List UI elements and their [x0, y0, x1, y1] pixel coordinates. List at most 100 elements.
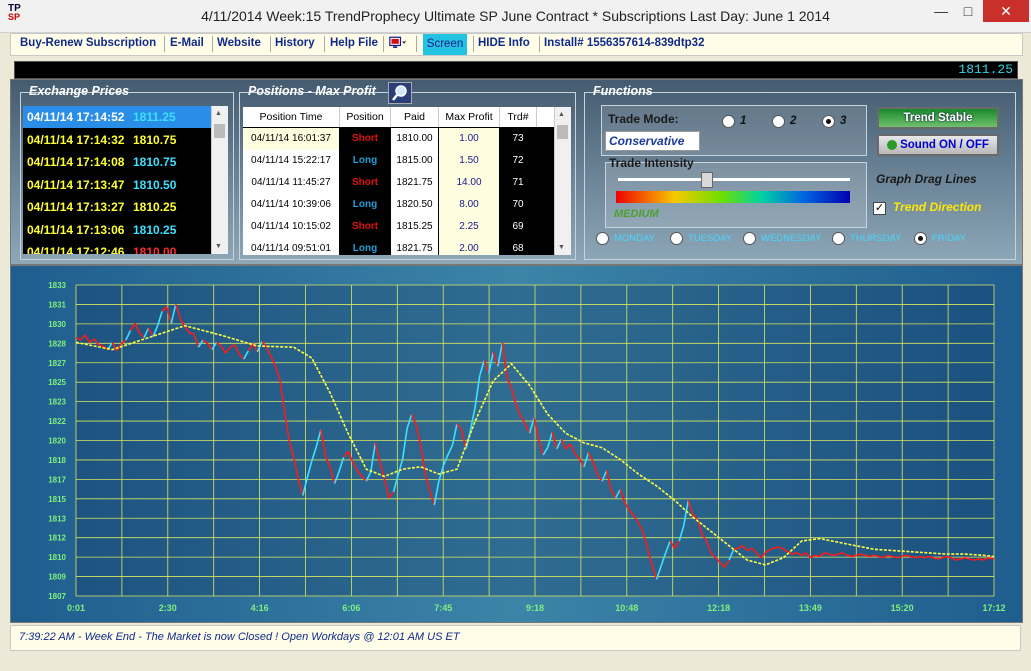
day-radio-tuesday[interactable]	[670, 232, 683, 245]
x-tick-label: 0:01	[67, 603, 85, 613]
cell-paid: 1815.25	[391, 216, 438, 238]
position-row[interactable]: 04/11/14 16:01:37 Short 1810.00 1.00 73	[243, 128, 554, 150]
menu-buy-renew[interactable]: Buy-Renew Subscription	[20, 37, 156, 49]
menu-screen[interactable]: Screen	[423, 34, 467, 55]
y-tick-label: 1823	[48, 398, 66, 407]
trend-direction-checkbox[interactable]: ✓	[873, 202, 886, 215]
intensity-slider-thumb[interactable]	[701, 172, 714, 188]
y-tick-label: 1833	[48, 281, 66, 290]
day-radio-monday[interactable]	[596, 232, 609, 245]
exchange-time: 04/11/14 17:13:27	[27, 200, 125, 214]
y-tick-label: 1813	[48, 514, 66, 523]
cell-time: 04/11/14 10:39:06	[243, 194, 339, 216]
cell-trd: 72	[500, 150, 536, 172]
y-tick-label: 1831	[48, 300, 66, 309]
x-tick-label: 7:45	[434, 603, 452, 613]
menu-history[interactable]: History	[275, 37, 315, 49]
scroll-up-icon[interactable]: ▲	[558, 111, 565, 118]
y-tick-label: 1817	[48, 475, 66, 484]
maximize-icon[interactable]: □	[953, 0, 983, 22]
scroll-up-icon[interactable]: ▲	[215, 110, 222, 117]
sound-button-label: Sound ON / OFF	[900, 139, 989, 151]
y-tick-label: 1820	[48, 437, 66, 446]
price-chart[interactable]: 1833 1831 1830 1828 1827 1825 1823 1822 1820 1818…	[11, 266, 1022, 622]
positions-table[interactable]: Position Time Position Paid Max Profit T…	[243, 107, 554, 255]
current-price: 1811.25	[958, 62, 1013, 77]
col-position[interactable]: Position	[340, 107, 391, 127]
cell-position: Long	[340, 150, 390, 172]
y-tick-label: 1809	[48, 573, 66, 582]
position-row[interactable]: 04/11/14 11:45:27 Short 1821.75 14.00 71	[243, 172, 554, 194]
x-tick-label: 13:49	[799, 603, 822, 613]
day-radio-thursday[interactable]	[832, 232, 845, 245]
monitor-icon[interactable]	[389, 36, 407, 50]
day-radio-wednesday[interactable]	[743, 232, 756, 245]
positions-scrollbar[interactable]: ▲ ▼	[554, 107, 571, 255]
cell-paid: 1821.75	[391, 238, 438, 255]
menu-website[interactable]: Website	[217, 37, 261, 49]
exchange-price: 1810.50	[133, 177, 177, 192]
position-row[interactable]: 04/11/14 15:22:17 Long 1815.00 1.50 72	[243, 150, 554, 172]
trend-stable-button[interactable]: Trend Stable	[877, 107, 999, 129]
position-row[interactable]: 04/11/14 10:39:06 Long 1820.50 8.00 70	[243, 194, 554, 216]
menu-email[interactable]: E-Mail	[170, 37, 204, 49]
scroll-down-icon[interactable]: ▼	[215, 243, 222, 250]
position-row[interactable]: 04/11/14 09:51:01 Long 1821.75 2.00 68	[243, 238, 554, 255]
trade-mode-radio-1[interactable]	[722, 115, 735, 128]
x-tick-label: 15:20	[891, 603, 914, 613]
intensity-slider-track[interactable]	[618, 178, 850, 181]
exchange-row[interactable]: 04/11/14 17:14:52 1811.25	[23, 106, 211, 128]
close-icon[interactable]: ✕	[983, 0, 1029, 22]
status-bar: 7:39:22 AM - Week End - The Market is no…	[10, 625, 1021, 651]
sound-toggle-button[interactable]: Sound ON / OFF	[877, 134, 999, 156]
scroll-thumb[interactable]	[557, 125, 568, 139]
scroll-thumb[interactable]	[214, 124, 225, 138]
trend-direction-label[interactable]: Trend Direction	[893, 200, 981, 214]
trade-mode-radio-label: 2	[790, 115, 797, 127]
col-max-profit[interactable]: Max Profit	[439, 107, 500, 127]
col-position-time[interactable]: Position Time	[243, 107, 340, 127]
exchange-row[interactable]: 04/11/14 17:13:47 1810.50	[23, 174, 211, 196]
exchange-row[interactable]: 04/11/14 17:12:46 1810.00	[23, 241, 211, 254]
exchange-scrollbar[interactable]: ▲ ▼	[211, 106, 228, 254]
day-label: FRIDAY	[932, 233, 967, 244]
exchange-time: 04/11/14 17:13:06	[27, 222, 125, 237]
position-row[interactable]: 04/11/14 10:15:02 Short 1815.25 2.25 69	[243, 216, 554, 238]
trade-mode-radio-3[interactable]	[822, 115, 835, 128]
cell-max-profit: 8.00	[439, 194, 499, 216]
exchange-row[interactable]: 04/11/14 17:13:27 1810.25	[23, 196, 211, 218]
cell-paid: 1821.75	[391, 172, 438, 194]
y-tick-label: 1812	[48, 534, 66, 543]
functions-title: Functions	[593, 84, 653, 98]
trade-mode-radio-label: 1	[740, 115, 747, 127]
cell-paid: 1810.00	[391, 128, 438, 150]
magnifier-icon	[392, 85, 407, 101]
cell-time: 04/11/14 09:51:01	[243, 238, 339, 255]
trade-mode-radio-2[interactable]	[772, 115, 785, 128]
exchange-row[interactable]: 04/11/14 17:14:08 1810.75	[23, 151, 211, 173]
title-bar: TP SP 4/11/2014 Week:15 TrendProphecy Ult…	[0, 0, 1031, 33]
cell-trd: 70	[500, 194, 536, 216]
price-chart-panel: 1833 1831 1830 1828 1827 1825 1823 1822 1820 1818…	[10, 265, 1023, 623]
cell-time: 04/11/14 11:45:27	[243, 172, 339, 194]
minimize-icon[interactable]: —	[926, 0, 956, 22]
day-label: MONDAY	[614, 233, 655, 244]
day-label: TUESDAY	[688, 233, 733, 244]
cell-max-profit: 2.25	[439, 216, 499, 238]
x-tick-label: 2:30	[159, 603, 177, 613]
status-message: 7:39:22 AM - Week End - The Market is no…	[19, 631, 460, 643]
positions-header: Position Time Position Paid Max Profit T…	[243, 107, 554, 127]
col-trd[interactable]: Trd#	[500, 107, 537, 127]
exchange-row[interactable]: 04/11/14 17:14:32 1810.75	[23, 129, 211, 151]
menu-help-file[interactable]: Help File	[330, 37, 378, 49]
magnifier-button[interactable]	[388, 82, 412, 104]
day-radio-friday[interactable]	[914, 232, 927, 245]
trade-intensity-label: Trade Intensity	[609, 156, 694, 170]
x-tick-label: 6:06	[342, 603, 360, 613]
scroll-down-icon[interactable]: ▼	[558, 244, 565, 251]
menu-hide-info[interactable]: HIDE Info	[478, 37, 530, 49]
exchange-row[interactable]: 04/11/14 17:13:06 1810.25	[23, 219, 211, 241]
exchange-prices-list[interactable]: 04/11/14 17:14:52 1811.25 04/11/14 17:14:3…	[23, 106, 211, 254]
col-paid[interactable]: Paid	[391, 107, 439, 127]
exchange-time: 04/11/14 17:14:32	[27, 132, 125, 147]
